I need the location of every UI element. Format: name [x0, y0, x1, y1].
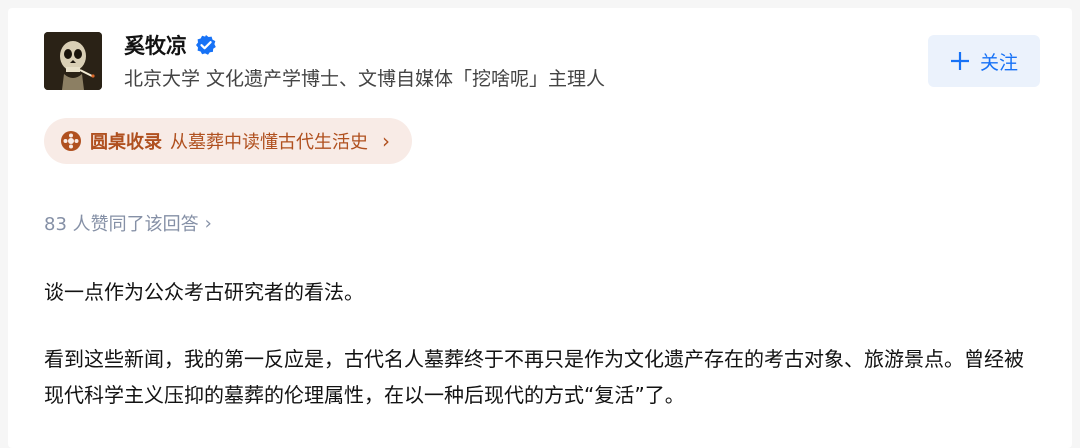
verified-check-icon [196, 35, 216, 55]
follow-button[interactable]: 关注 [928, 35, 1040, 87]
collection-label: 圆桌收录 [90, 132, 162, 153]
author-bio: 北京大学 文化遗产学博士、文博自媒体「挖啥呢」主理人 [124, 68, 606, 90]
follow-button-label: 关注 [979, 51, 1018, 74]
vote-count-link[interactable]: 83 人赞同了该回答 › [44, 210, 212, 236]
roundtable-icon [61, 131, 81, 151]
plus-icon [950, 52, 969, 70]
avatar-image [44, 32, 102, 90]
chevron-right-icon: › [204, 212, 212, 234]
answer-paragraph-1: 谈一点作为公众考古研究者的看法。 [44, 280, 364, 304]
collection-title: 从墓葬中读懂古代生活史 [170, 132, 368, 153]
avatar[interactable] [44, 32, 102, 90]
vote-count-text: 83 人赞同了该回答 [44, 214, 199, 235]
author-name-row: 奚牧凉 [124, 30, 217, 60]
chevron-right-icon: › [382, 129, 390, 153]
author-name[interactable]: 奚牧凉 [124, 30, 187, 60]
collection-pill[interactable]: 圆桌收录 从墓葬中读懂古代生活史 › [44, 118, 412, 164]
answer-paragraph-2: 看到这些新闻，我的第一反应是，古代名人墓葬终于不再只是作为文化遗产存在的考古对象… [44, 347, 1024, 407]
